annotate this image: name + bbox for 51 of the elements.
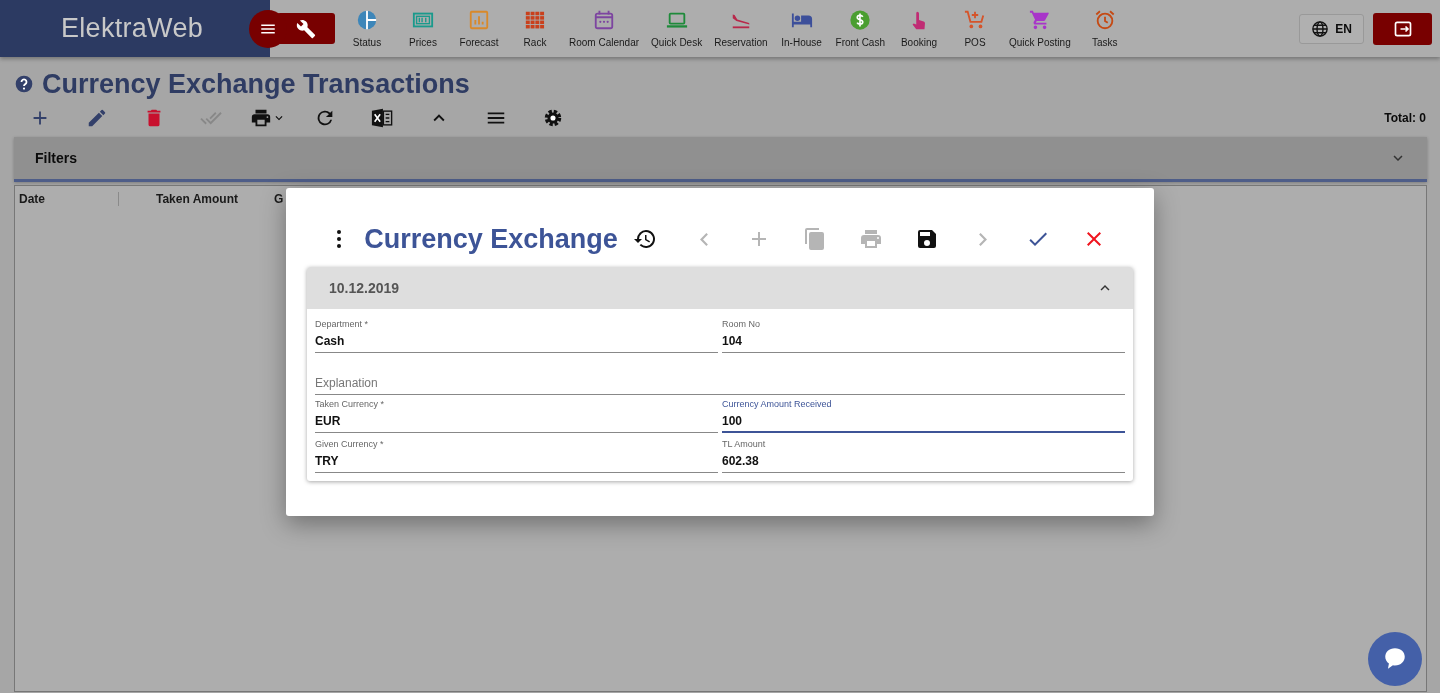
input-field[interactable]: 100 [722,412,1125,433]
nav-item[interactable]: Quick Desk [651,4,703,53]
nav-item[interactable]: Booking [897,4,941,53]
nav-item[interactable]: Tasks [1082,4,1127,53]
language-button[interactable]: EN [1299,13,1364,44]
wrench-icon [296,18,316,39]
section-title: 10.12.2019 [329,280,400,296]
field-label: Taken Currency * [315,399,386,409]
input-field[interactable]: 602.38 [722,452,1125,473]
nav-item[interactable]: POS [953,4,997,53]
spreadsheet-icon [371,107,393,129]
field-label: Currency Amount Received [722,399,833,409]
nav-item[interactable]: In-House [779,4,824,53]
help-icon[interactable] [14,74,34,94]
filters-panel[interactable]: Filters [14,137,1427,182]
globe-icon [1311,19,1330,38]
input-field[interactable]: EUR [315,412,718,433]
print-icon [250,107,272,129]
field-label: Department * [315,319,370,329]
nav-item[interactable]: Quick Posting [1009,4,1071,53]
history-icon [632,227,657,251]
column-header[interactable]: Taken Amount [119,192,272,206]
input-field[interactable]: 104 [722,332,1125,353]
total-count: Total: 0 [1384,111,1426,125]
input-field[interactable]: TRY [315,452,718,473]
dialog-title: Currency Exchange [364,223,618,255]
column-header[interactable]: G [272,192,288,206]
field-label: Given Currency * [315,439,385,449]
chevron-right-icon [978,232,987,246]
print-icon [858,227,883,251]
nav-item[interactable]: Front Cash [835,4,885,53]
input-field[interactable]: Cash [315,332,718,353]
nav-item[interactable]: Prices [401,4,445,53]
pencil-icon [86,107,108,129]
nav-item[interactable]: Room Calendar [569,4,640,53]
nav-item[interactable]: Forecast [457,4,501,53]
field-label: TL Amount [722,439,767,449]
settings-icon [542,107,564,129]
logout-button[interactable] [1373,12,1432,45]
section-header[interactable]: 10.12.2019 [307,267,1133,309]
field-label: Room No [722,319,761,329]
page-title: Currency Exchange Transactions [42,68,470,100]
app-logo: ElektraWeb [60,13,204,44]
column-header[interactable]: Date [15,192,119,206]
chevron-left-icon [699,232,708,246]
nav-item[interactable]: Status [345,4,389,53]
filters-label: Filters [35,150,77,166]
nav-item[interactable]: Rack [513,4,557,53]
nav-item[interactable]: Reservation [714,4,768,53]
input-field[interactable]: Explanation [315,374,1125,395]
more-icon [336,230,341,248]
